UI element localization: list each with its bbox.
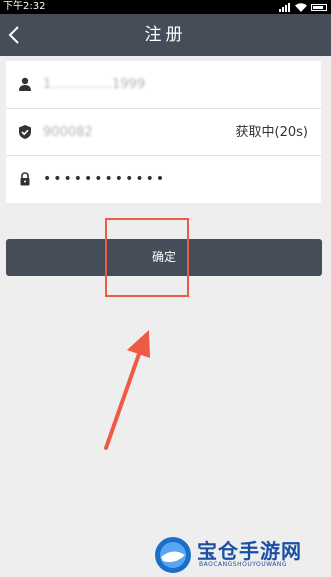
password-row[interactable]: ••••••••••••: [6, 155, 321, 204]
lock-icon: [20, 172, 30, 186]
phone-row[interactable]: 1‥‥‥‥‥‥‥1999: [6, 61, 321, 108]
watermark-logo-icon: [155, 537, 191, 573]
status-time: 下午2:32: [3, 1, 46, 12]
confirm-button[interactable]: 确定: [6, 239, 322, 276]
watermark-text: 宝仓手游网: [197, 539, 302, 563]
password-field[interactable]: ••••••••••••: [43, 156, 166, 203]
code-row[interactable]: 900082 获取中(20s): [6, 108, 321, 156]
register-form: 1‥‥‥‥‥‥‥1999 900082 获取中(20s) •••••••••••…: [6, 61, 321, 203]
status-bar: 下午2:32: [0, 0, 331, 14]
page-title: 注册: [144, 25, 187, 45]
status-icons: [279, 0, 327, 14]
verification-code-field[interactable]: 900082: [43, 109, 93, 156]
watermark-subtext: BAOCANGSHOUYOUWANG: [199, 561, 288, 568]
nav-bar: 注册: [0, 14, 331, 56]
signal-icon: [279, 2, 290, 12]
get-code-button[interactable]: 获取中(20s): [236, 109, 308, 156]
watermark: 宝仓手游网 BAOCANGSHOUYOUWANG: [153, 531, 329, 575]
phone-field[interactable]: 1‥‥‥‥‥‥‥1999: [43, 61, 145, 108]
wifi-icon: [295, 2, 307, 12]
battery-icon: [311, 3, 327, 11]
user-icon: [19, 77, 31, 91]
shield-check-icon: [19, 125, 31, 139]
